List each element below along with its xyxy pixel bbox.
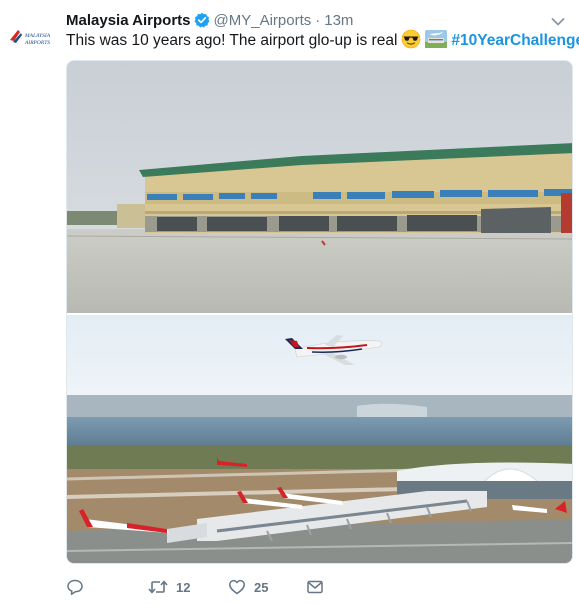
airport-before-after-photo: [67, 61, 572, 563]
avatar[interactable]: MALAYSIA AIRPORTS: [8, 26, 56, 50]
retweet-count: 12: [176, 579, 191, 595]
reply-button[interactable]: [66, 576, 84, 598]
airport-emoji-icon: [425, 29, 448, 54]
like-button[interactable]: 25: [228, 576, 268, 598]
svg-text:MALAYSIA: MALAYSIA: [24, 33, 51, 39]
reply-icon: [67, 579, 83, 595]
chevron-down-icon[interactable]: [551, 14, 565, 26]
malaysia-airports-logo: MALAYSIA AIRPORTS: [10, 30, 51, 46]
verified-badge-icon: [194, 12, 210, 28]
tweet[interactable]: MALAYSIA AIRPORTS Malaysia Airports @MY_…: [0, 0, 579, 604]
separator-dot: ·: [315, 11, 321, 29]
tweet-media-image[interactable]: [66, 60, 573, 564]
like-count: 25: [254, 579, 269, 595]
author-handle[interactable]: @MY_Airports: [214, 12, 312, 29]
direct-message-button[interactable]: [306, 576, 324, 598]
tweet-timestamp[interactable]: 13m: [324, 12, 353, 29]
heart-icon: [229, 579, 245, 595]
tweet-header: Malaysia Airports @MY_Airports · 13m: [66, 10, 353, 30]
svg-text:AIRPORTS: AIRPORTS: [24, 40, 50, 46]
author-name[interactable]: Malaysia Airports: [66, 12, 191, 29]
tweet-actions: 12 25: [66, 576, 346, 598]
tweet-body: This was 10 years ago! The airport glo-u…: [66, 32, 398, 49]
retweet-icon: [148, 580, 168, 594]
envelope-icon: [307, 580, 323, 594]
hashtag-link[interactable]: #10YearChallenge: [451, 32, 579, 50]
retweet-button[interactable]: 12: [148, 576, 190, 598]
tweet-text: This was 10 years ago! The airport glo-u…: [66, 29, 579, 54]
sunglasses-emoji-icon: [401, 29, 421, 54]
